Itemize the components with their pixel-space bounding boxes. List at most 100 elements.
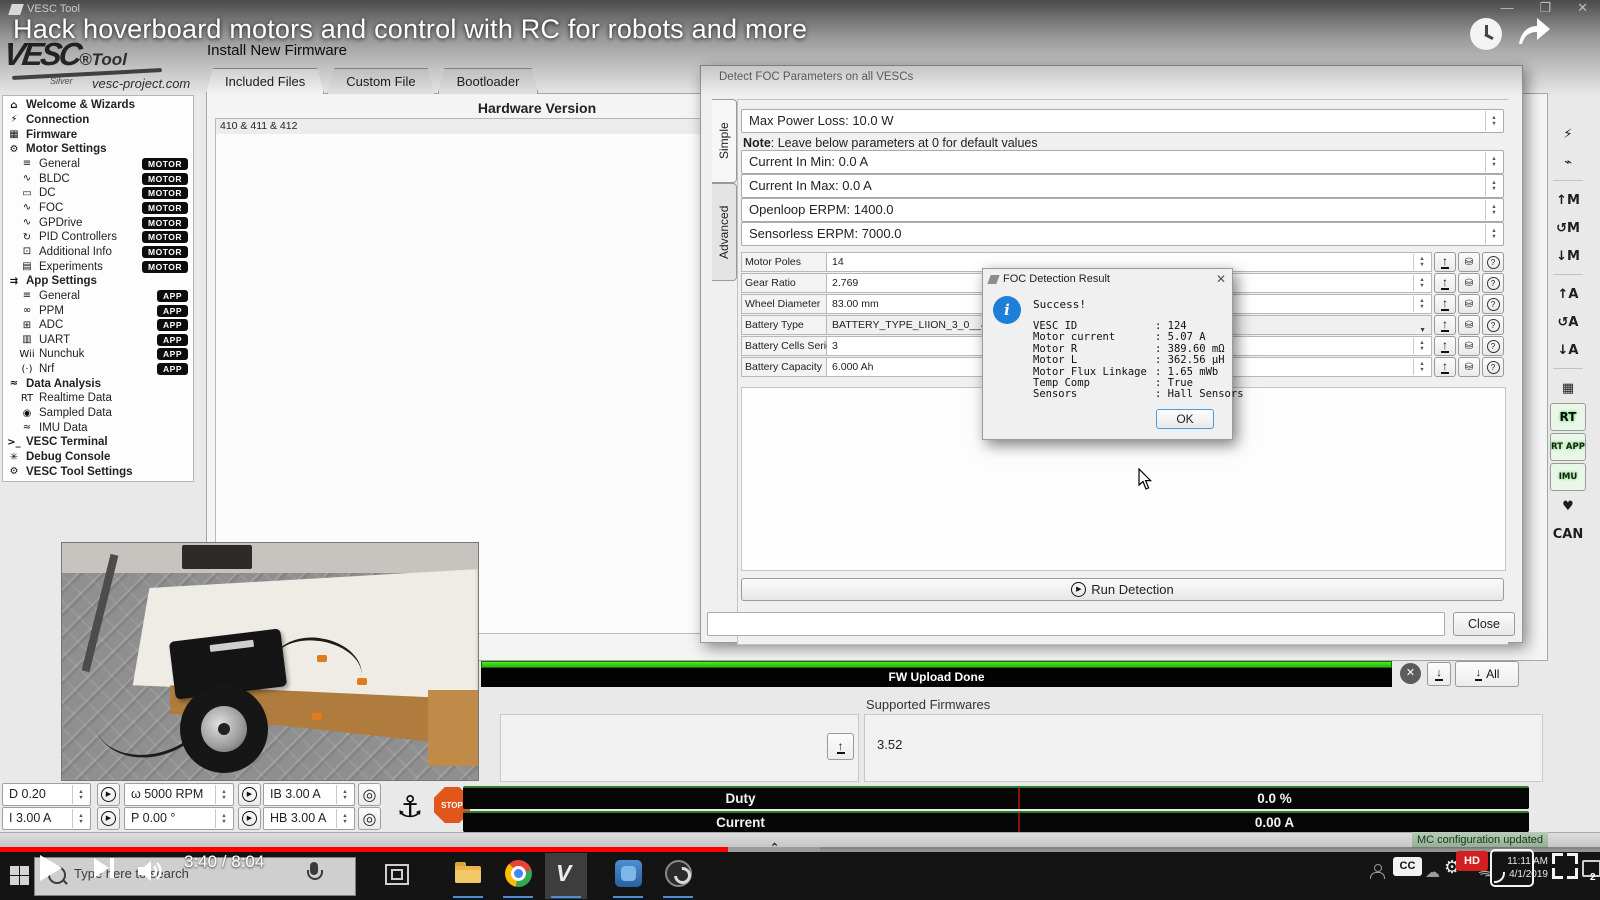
spinner-arrows-icon[interactable]: ▲▼ bbox=[1485, 111, 1502, 131]
write-param-button[interactable]: ↑ bbox=[1434, 357, 1456, 377]
spinner-arrows-icon[interactable]: ▲▼ bbox=[336, 809, 353, 828]
param-help-button[interactable]: ? bbox=[1482, 294, 1504, 314]
cast-icon[interactable] bbox=[1490, 849, 1534, 887]
max-power-loss-input[interactable]: Max Power Loss: 10.0 W ▲▼ bbox=[741, 109, 1504, 133]
write-param-button[interactable]: ↑ bbox=[1434, 252, 1456, 272]
spinner-arrows-icon[interactable]: ▲▼ bbox=[1413, 296, 1430, 312]
read-param-button[interactable]: ⛁ bbox=[1458, 273, 1480, 293]
read-param-button[interactable]: ⛁ bbox=[1458, 315, 1480, 335]
param-help-button[interactable]: ? bbox=[1482, 336, 1504, 356]
brake-loop-button[interactable]: ◎ bbox=[358, 783, 381, 806]
sidebar-item[interactable]: ⊞ ADC APP bbox=[3, 318, 193, 333]
write-param-button[interactable]: ↑ bbox=[1434, 294, 1456, 314]
chrome-icon[interactable] bbox=[505, 860, 532, 887]
divider[interactable] bbox=[1553, 274, 1583, 276]
file-explorer-icon[interactable] bbox=[455, 860, 482, 887]
vesc-tool-icon[interactable]: V bbox=[556, 860, 571, 887]
current-in-min-input[interactable]: Current In Min: 0.0 A ▲▼ bbox=[741, 150, 1504, 174]
spinner-arrows-icon[interactable]: ▲▼ bbox=[72, 809, 89, 828]
sidebar-item[interactable]: ✳ Debug Console bbox=[3, 450, 193, 465]
ok-button[interactable]: OK bbox=[1156, 409, 1214, 429]
blue-app-icon[interactable] bbox=[615, 860, 642, 887]
people-tray-icon[interactable] bbox=[1370, 864, 1384, 878]
spinner-arrows-icon[interactable]: ▲▼ bbox=[215, 785, 232, 804]
sidebar-item[interactable]: ▤ Experiments MOTOR bbox=[3, 259, 193, 274]
sidebar-item[interactable]: ◉ Sampled Data bbox=[3, 406, 193, 421]
chevron-up-icon[interactable]: ⌃ bbox=[770, 841, 779, 854]
heart-icon[interactable]: ♥ bbox=[1551, 493, 1585, 519]
read-app-default-icon[interactable]: ↓A bbox=[1551, 337, 1585, 363]
minimize-icon[interactable]: — bbox=[1500, 0, 1513, 16]
spinner-arrows-icon[interactable]: ▲▼ bbox=[1413, 359, 1430, 375]
rt-data-icon[interactable]: RT bbox=[1550, 403, 1586, 431]
read-param-button[interactable]: ⛁ bbox=[1458, 336, 1480, 356]
share-icon[interactable] bbox=[1516, 16, 1552, 51]
param-help-button[interactable]: ? bbox=[1482, 357, 1504, 377]
sidebar-item[interactable]: ⌂ Welcome & Wizards bbox=[3, 98, 193, 113]
sidebar-item[interactable]: ▦ Firmware bbox=[3, 127, 193, 142]
sidebar-item[interactable]: ≈ Data Analysis bbox=[3, 376, 193, 391]
read-param-button[interactable]: ⛁ bbox=[1458, 294, 1480, 314]
sensorless-erpm-input[interactable]: Sensorless ERPM: 7000.0 ▲▼ bbox=[741, 222, 1504, 246]
spinner-arrows-icon[interactable]: ▲▼ bbox=[1413, 275, 1430, 291]
sidebar-item[interactable]: ▥ UART APP bbox=[3, 333, 193, 348]
sidebar-item[interactable]: ≡ General APP bbox=[3, 289, 193, 304]
read-app-config-icon[interactable]: ↺A bbox=[1551, 309, 1585, 335]
sidebar-item[interactable]: ↻ PID Controllers MOTOR bbox=[3, 230, 193, 245]
tab-custom-file[interactable]: Custom File bbox=[327, 68, 434, 94]
write-param-button[interactable]: ↑ bbox=[1434, 336, 1456, 356]
run-speed-button[interactable]: ▶ bbox=[238, 783, 261, 806]
plug-connect-icon[interactable]: ⚡ bbox=[1551, 121, 1585, 147]
read-param-button[interactable]: ⛁ bbox=[1458, 252, 1480, 272]
param-help-button[interactable]: ? bbox=[1482, 273, 1504, 293]
close-window-icon[interactable]: ✕ bbox=[1577, 0, 1588, 16]
sidebar-item[interactable]: >_ VESC Terminal bbox=[3, 435, 193, 450]
cancel-upload-icon[interactable]: ✕ bbox=[1400, 663, 1421, 684]
read-motor-config-icon[interactable]: ↺M bbox=[1551, 215, 1585, 241]
param-help-button[interactable]: ? bbox=[1482, 252, 1504, 272]
run-position-button[interactable]: ▶ bbox=[238, 807, 261, 830]
spinner-arrows-icon[interactable]: ▲▼ bbox=[1485, 176, 1502, 196]
spinner-arrows-icon[interactable]: ▲▼ bbox=[1413, 254, 1430, 270]
spinner-arrows-icon[interactable]: ▲▼ bbox=[1485, 152, 1502, 172]
task-view-icon[interactable] bbox=[385, 864, 409, 885]
run-detection-button[interactable]: ▶ Run Detection bbox=[741, 578, 1504, 601]
tab-simple[interactable]: Simple bbox=[712, 99, 737, 183]
sidebar-item[interactable]: ⚙ Motor Settings bbox=[3, 142, 193, 157]
sidebar-item[interactable]: (·) Nrf APP bbox=[3, 362, 193, 377]
close-dialog-button[interactable]: Close bbox=[1453, 612, 1515, 636]
obs-icon[interactable] bbox=[665, 860, 692, 887]
firmware-version-item[interactable]: 3.52 bbox=[877, 737, 902, 752]
openloop-erpm-input[interactable]: Openloop ERPM: 1400.0 ▲▼ bbox=[741, 198, 1504, 222]
start-button[interactable] bbox=[10, 866, 29, 885]
handbrake-loop-button[interactable]: ◎ bbox=[358, 807, 381, 830]
upload-fw-button[interactable]: ↑ bbox=[827, 733, 854, 760]
write-param-button[interactable]: ↑ bbox=[1434, 273, 1456, 293]
read-param-button[interactable]: ⛁ bbox=[1458, 357, 1480, 377]
divider[interactable] bbox=[1553, 368, 1583, 370]
speed-setpoint-input[interactable]: ω 5000 RPM▲▼ bbox=[124, 783, 234, 806]
position-setpoint-input[interactable]: P 0.00 °▲▼ bbox=[124, 807, 234, 830]
close-icon[interactable]: ✕ bbox=[1216, 272, 1226, 286]
download-all-button[interactable]: ↓ All bbox=[1455, 661, 1519, 687]
download-fw-button[interactable]: ↓ bbox=[1427, 662, 1451, 686]
spinner-arrows-icon[interactable]: ▲▼ bbox=[1485, 224, 1502, 244]
read-motor-default-icon[interactable]: ↓M bbox=[1551, 243, 1585, 269]
spinner-arrows-icon[interactable]: ▲▼ bbox=[1485, 200, 1502, 220]
imu-data-icon[interactable]: IMU bbox=[1550, 463, 1586, 491]
param-help-button[interactable]: ? bbox=[1482, 315, 1504, 335]
spinner-arrows-icon[interactable]: ▲▼ bbox=[215, 809, 232, 828]
video-progress-played[interactable] bbox=[0, 847, 728, 852]
spinner-arrows-icon[interactable]: ▲▼ bbox=[336, 785, 353, 804]
sidebar-item[interactable]: ≈ IMU Data bbox=[3, 420, 193, 435]
sidebar-item[interactable]: ▭ DC MOTOR bbox=[3, 186, 193, 201]
onedrive-cloud-icon[interactable]: ☁ bbox=[1425, 863, 1440, 881]
video-play-button[interactable] bbox=[40, 855, 62, 881]
write-param-button[interactable]: ↑ bbox=[1434, 315, 1456, 335]
sidebar-item[interactable]: ∞ PPM APP bbox=[3, 303, 193, 318]
plug-disconnect-icon[interactable]: ⌁ bbox=[1551, 149, 1585, 175]
spinner-arrows-icon[interactable]: ▲▼ bbox=[72, 785, 89, 804]
current-in-max-input[interactable]: Current In Max: 0.0 A ▲▼ bbox=[741, 174, 1504, 198]
tab-bootloader[interactable]: Bootloader bbox=[438, 68, 539, 94]
restore-icon[interactable]: ❐ bbox=[1539, 0, 1551, 16]
